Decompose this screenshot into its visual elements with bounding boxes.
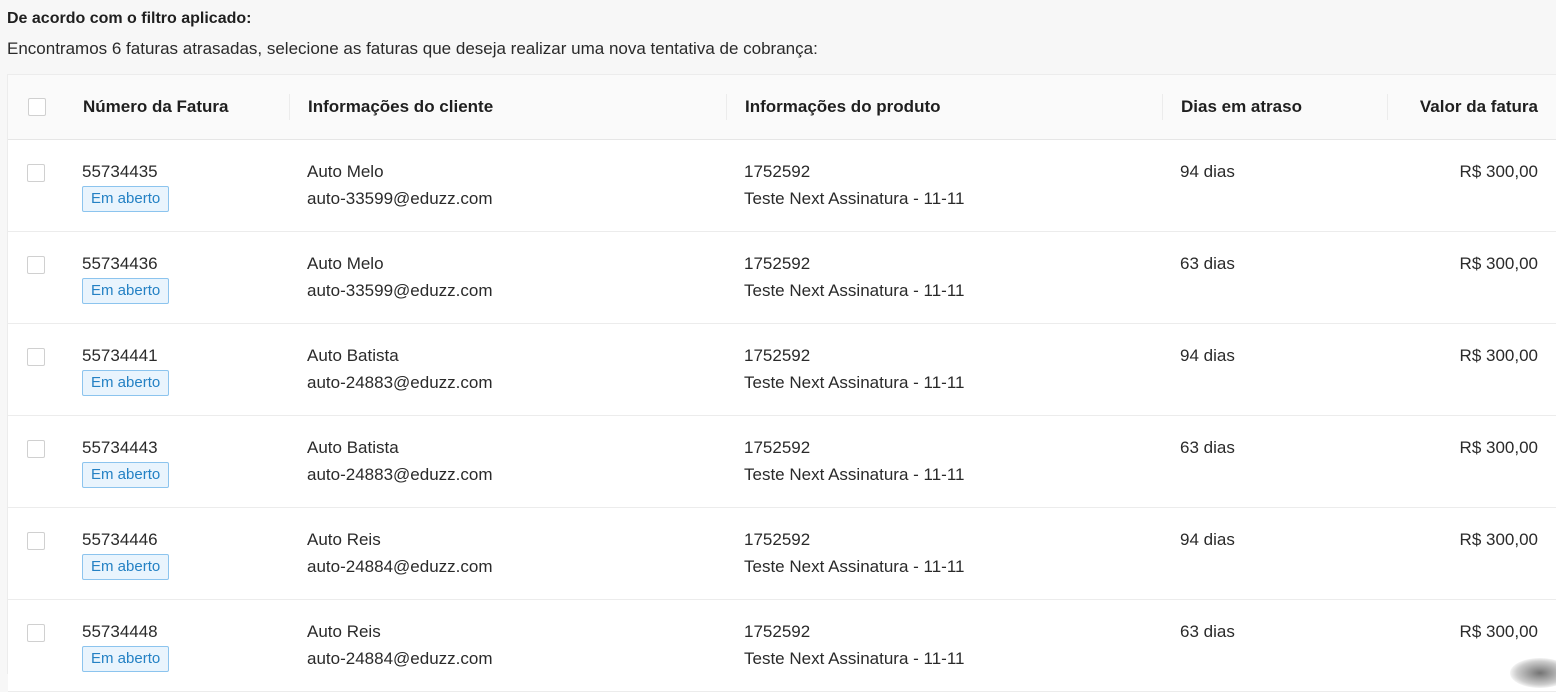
client-email: auto-33599@eduzz.com bbox=[307, 189, 493, 208]
filter-description: Encontramos 6 faturas atrasadas, selecio… bbox=[7, 39, 818, 58]
status-badge: Em aberto bbox=[82, 462, 170, 488]
invoice-number: 55734435 bbox=[82, 162, 158, 181]
select-all-checkbox[interactable] bbox=[28, 98, 46, 116]
row-checkbox[interactable] bbox=[27, 164, 45, 182]
column-header-client: Informações do cliente bbox=[308, 97, 494, 116]
product-id: 1752592 bbox=[744, 162, 811, 181]
invoice-value: R$ 300,00 bbox=[1459, 346, 1538, 365]
product-name: Teste Next Assinatura - 11-11 bbox=[744, 557, 965, 576]
column-header-invoice: Número da Fatura bbox=[83, 97, 229, 116]
table-row[interactable]: 55734443 Em aberto Auto Batista auto-248… bbox=[8, 416, 1556, 508]
status-badge: Em aberto bbox=[82, 554, 170, 580]
client-name: Auto Reis bbox=[307, 622, 381, 641]
invoice-number: 55734441 bbox=[82, 346, 158, 365]
client-name: Auto Batista bbox=[307, 438, 399, 457]
invoice-number: 55734446 bbox=[82, 530, 158, 549]
invoice-value: R$ 300,00 bbox=[1459, 254, 1538, 273]
product-name: Teste Next Assinatura - 11-11 bbox=[744, 649, 965, 668]
days-overdue: 94 dias bbox=[1180, 162, 1235, 181]
status-badge: Em aberto bbox=[82, 370, 170, 396]
product-id: 1752592 bbox=[744, 530, 811, 549]
table-row[interactable]: 55734436 Em aberto Auto Melo auto-33599@… bbox=[8, 232, 1556, 324]
column-divider bbox=[726, 94, 727, 120]
product-name: Teste Next Assinatura - 11-11 bbox=[744, 281, 965, 300]
product-id: 1752592 bbox=[744, 254, 811, 273]
column-header-days: Dias em atraso bbox=[1181, 97, 1302, 116]
invoice-number: 55734443 bbox=[82, 438, 158, 457]
client-email: auto-24884@eduzz.com bbox=[307, 557, 493, 576]
column-divider bbox=[1162, 94, 1163, 120]
days-overdue: 63 dias bbox=[1180, 438, 1235, 457]
product-id: 1752592 bbox=[744, 438, 811, 457]
filter-title: De acordo com o filtro aplicado: bbox=[7, 10, 252, 27]
product-id: 1752592 bbox=[744, 346, 811, 365]
product-id: 1752592 bbox=[744, 622, 811, 641]
status-badge: Em aberto bbox=[82, 646, 170, 672]
client-name: Auto Melo bbox=[307, 254, 384, 273]
row-checkbox[interactable] bbox=[27, 532, 45, 550]
days-overdue: 63 dias bbox=[1180, 254, 1235, 273]
invoice-number: 55734436 bbox=[82, 254, 158, 273]
table-row[interactable]: 55734441 Em aberto Auto Batista auto-248… bbox=[8, 324, 1556, 416]
days-overdue: 94 dias bbox=[1180, 530, 1235, 549]
status-badge: Em aberto bbox=[82, 186, 170, 212]
product-name: Teste Next Assinatura - 11-11 bbox=[744, 465, 965, 484]
table-row[interactable]: 55734446 Em aberto Auto Reis auto-24884@… bbox=[8, 508, 1556, 600]
column-divider bbox=[1387, 94, 1388, 120]
product-name: Teste Next Assinatura - 11-11 bbox=[744, 373, 965, 392]
client-email: auto-24883@eduzz.com bbox=[307, 465, 493, 484]
column-divider bbox=[289, 94, 290, 120]
table-row[interactable]: 55734448 Em aberto Auto Reis auto-24884@… bbox=[8, 600, 1556, 692]
client-email: auto-24884@eduzz.com bbox=[307, 649, 493, 668]
invoice-value: R$ 300,00 bbox=[1459, 530, 1538, 549]
days-overdue: 94 dias bbox=[1180, 346, 1235, 365]
table-row[interactable]: 55734435 Em aberto Auto Melo auto-33599@… bbox=[8, 140, 1556, 232]
table-body: 55734435 Em aberto Auto Melo auto-33599@… bbox=[8, 140, 1556, 692]
client-name: Auto Melo bbox=[307, 162, 384, 181]
row-checkbox[interactable] bbox=[27, 624, 45, 642]
invoices-table: Número da Fatura Informações do cliente … bbox=[7, 74, 1556, 692]
invoice-number: 55734448 bbox=[82, 622, 158, 641]
client-name: Auto Reis bbox=[307, 530, 381, 549]
row-checkbox[interactable] bbox=[27, 348, 45, 366]
invoice-value: R$ 300,00 bbox=[1459, 438, 1538, 457]
product-name: Teste Next Assinatura - 11-11 bbox=[744, 189, 965, 208]
days-overdue: 63 dias bbox=[1180, 622, 1235, 641]
client-email: auto-33599@eduzz.com bbox=[307, 281, 493, 300]
invoice-value: R$ 300,00 bbox=[1459, 622, 1538, 641]
row-checkbox[interactable] bbox=[27, 256, 45, 274]
invoice-value: R$ 300,00 bbox=[1459, 162, 1538, 181]
table-header: Número da Fatura Informações do cliente … bbox=[8, 75, 1556, 140]
client-email: auto-24883@eduzz.com bbox=[307, 373, 493, 392]
status-badge: Em aberto bbox=[82, 278, 170, 304]
row-checkbox[interactable] bbox=[27, 440, 45, 458]
client-name: Auto Batista bbox=[307, 346, 399, 365]
column-header-product: Informações do produto bbox=[745, 97, 941, 116]
column-header-value: Valor da fatura bbox=[1419, 97, 1538, 116]
